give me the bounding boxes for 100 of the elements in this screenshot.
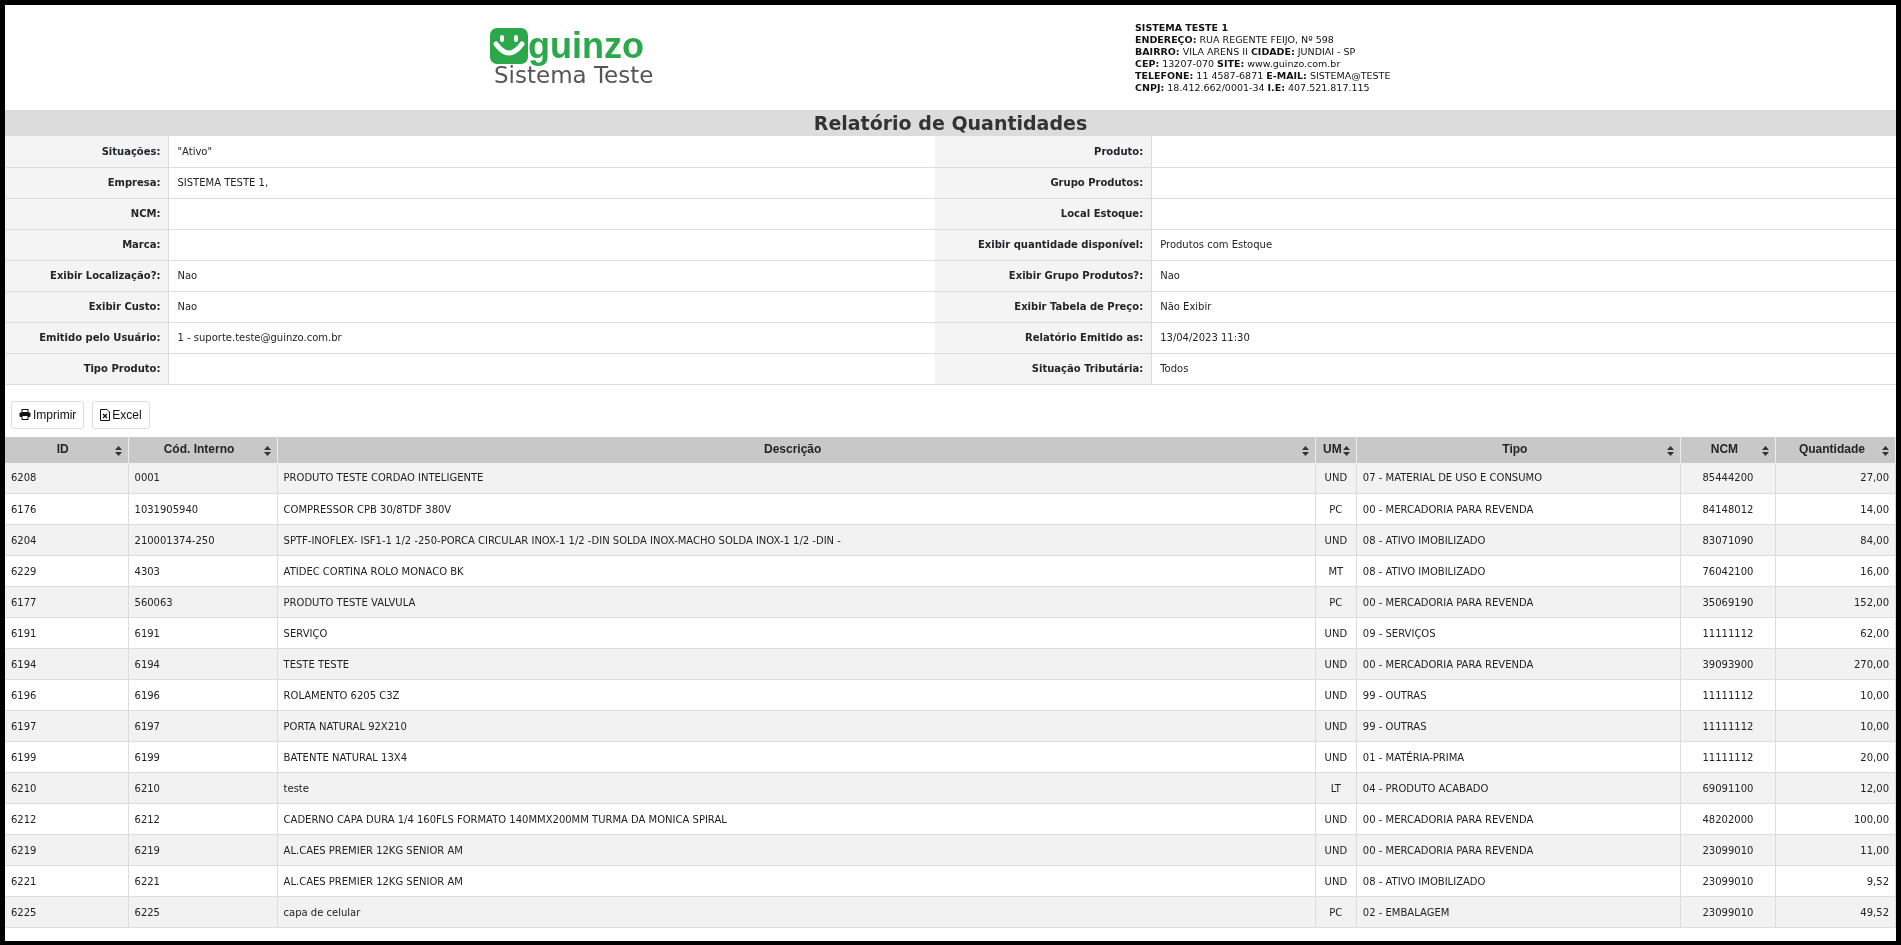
- sort-icon: [1882, 446, 1889, 457]
- filter-value: Nao: [168, 260, 936, 291]
- table-cell: 01 - MATÉRIA-PRIMA: [1356, 741, 1681, 773]
- sort-icon: [1301, 446, 1309, 457]
- excel-button[interactable]: Excel: [92, 400, 150, 429]
- filter-label: Emitido pelo Usuário:: [5, 322, 169, 353]
- table-cell: 62,00: [1775, 617, 1896, 649]
- table-cell: 99 - OUTRAS: [1356, 710, 1681, 742]
- filter-value: 13/04/2023 11:30: [1151, 322, 1896, 353]
- table-cell: 6177: [5, 586, 129, 618]
- filter-label: Local Estoque:: [935, 198, 1152, 229]
- table-cell: 6176: [5, 493, 129, 525]
- table-cell: 6197: [5, 710, 129, 742]
- table-cell: 6194: [5, 648, 129, 680]
- column-header[interactable]: ID: [5, 436, 129, 463]
- table-cell: 23099010: [1680, 896, 1776, 928]
- logo-brand-text: guinzo: [528, 28, 644, 64]
- table-cell: 6219: [5, 834, 129, 866]
- filter-label: Situações:: [5, 136, 169, 167]
- table-cell: 23099010: [1680, 865, 1776, 897]
- filter-label: Situação Tributária:: [935, 353, 1152, 384]
- table-cell: PC: [1315, 493, 1357, 525]
- table-cell: 49,52: [1775, 896, 1896, 928]
- filter-label: Exibir quantidade disponível:: [935, 229, 1152, 260]
- table-cell: 6210: [5, 772, 129, 804]
- column-header[interactable]: Quantidade: [1775, 436, 1896, 463]
- filter-label: Tipo Produto:: [5, 353, 169, 384]
- table-cell: 9,52: [1775, 865, 1896, 897]
- spreadsheet-file-icon: [100, 408, 111, 421]
- filter-label: Exibir Custo:: [5, 291, 169, 322]
- company-info-line: TELEFONE: 11 4587-6871 E-MAIL: SISTEMA@TESTE: [1135, 69, 1391, 82]
- table-cell: TESTE TESTE: [277, 648, 1316, 680]
- table-cell: 00 - MERCADORIA PARA REVENDA: [1356, 648, 1681, 680]
- table-cell: 11111112: [1680, 741, 1776, 773]
- table-cell: 00 - MERCADORIA PARA REVENDA: [1356, 493, 1681, 525]
- table-cell: 08 - ATIVO IMOBILIZADO: [1356, 865, 1681, 897]
- table-cell: 6197: [128, 710, 278, 742]
- table-cell: 6208: [5, 462, 129, 494]
- table-cell: MT: [1315, 555, 1357, 587]
- table-cell: 6225: [5, 896, 129, 928]
- table-cell: 560063: [128, 586, 278, 618]
- table-cell: 0001: [128, 462, 278, 494]
- company-name: SISTEMA TESTE 1: [1135, 21, 1228, 34]
- table-cell: 6225: [128, 896, 278, 928]
- table-cell: 6194: [128, 648, 278, 680]
- table-cell: 11111112: [1680, 710, 1776, 742]
- print-button[interactable]: Imprimir: [11, 400, 85, 429]
- table-cell: UND: [1315, 865, 1357, 897]
- table-cell: 02 - EMBALAGEM: [1356, 896, 1681, 928]
- table-cell: PORTA NATURAL 92X210: [277, 710, 1316, 742]
- column-header[interactable]: Tipo: [1356, 436, 1681, 463]
- table-cell: 04 - PRODUTO ACABADO: [1356, 772, 1681, 804]
- table-cell: 12,00: [1775, 772, 1896, 804]
- table-cell: 6229: [5, 555, 129, 587]
- column-header[interactable]: Descrição: [277, 436, 1316, 463]
- table-cell: 20,00: [1775, 741, 1896, 773]
- column-header[interactable]: Cód. Interno: [128, 436, 278, 463]
- table-cell: 00 - MERCADORIA PARA REVENDA: [1356, 834, 1681, 866]
- filter-value: Produtos com Estoque: [1151, 229, 1896, 260]
- table-cell: 48202000: [1680, 803, 1776, 835]
- table-cell: 6204: [5, 524, 129, 556]
- sort-icon: [1666, 446, 1674, 457]
- column-header[interactable]: UM: [1315, 436, 1357, 463]
- table-cell: CADERNO CAPA DURA 1/4 160FLS FORMATO 140MMX200MM TURMA DA MONICA SPIRAL: [277, 803, 1316, 835]
- sort-icon: [1342, 446, 1350, 457]
- logo-subtitle-text: Sistema Teste: [494, 64, 654, 87]
- table-cell: UND: [1315, 803, 1357, 835]
- company-info-line: ENDEREÇO: RUA REGENTE FEIJO, Nº 598: [1135, 33, 1334, 46]
- column-header[interactable]: NCM: [1680, 436, 1776, 463]
- table-cell: 16,00: [1775, 555, 1896, 587]
- table-cell: 11111112: [1680, 617, 1776, 649]
- filter-value: Nao: [168, 291, 936, 322]
- table-cell: 08 - ATIVO IMOBILIZADO: [1356, 555, 1681, 587]
- table-cell: UND: [1315, 617, 1357, 649]
- table-cell: UND: [1315, 741, 1357, 773]
- filter-label: Empresa:: [5, 167, 169, 198]
- filter-label: Produto:: [935, 136, 1152, 167]
- table-cell: 6212: [5, 803, 129, 835]
- table-cell: 08 - ATIVO IMOBILIZADO: [1356, 524, 1681, 556]
- filter-value: Nao: [1151, 260, 1896, 291]
- table-cell: 07 - MATERIAL DE USO E CONSUMO: [1356, 462, 1681, 494]
- table-cell: teste: [277, 772, 1316, 804]
- table-cell: 35069190: [1680, 586, 1776, 618]
- company-info-line: BAIRRO: VILA ARENS II CIDADE: JUNDIAI - SP: [1135, 45, 1356, 58]
- table-cell: 39093900: [1680, 648, 1776, 680]
- company-info-line: CEP: 13207-070 SITE: www.guinzo.com.br: [1135, 57, 1341, 70]
- table-cell: 99 - OUTRAS: [1356, 679, 1681, 711]
- table-cell: 270,00: [1775, 648, 1896, 680]
- filter-value: "Ativo": [168, 136, 936, 167]
- table-cell: BATENTE NATURAL 13X4: [277, 741, 1316, 773]
- filter-value: Todos: [1151, 353, 1896, 384]
- table-cell: ROLAMENTO 6205 C3Z: [277, 679, 1316, 711]
- table-cell: 6199: [128, 741, 278, 773]
- table-cell: 10,00: [1775, 679, 1896, 711]
- table-cell: 6191: [5, 617, 129, 649]
- table-cell: PRODUTO TESTE VALVULA: [277, 586, 1316, 618]
- table-cell: 09 - SERVIÇOS: [1356, 617, 1681, 649]
- table-cell: 10,00: [1775, 710, 1896, 742]
- report-title: Relatório de Quantidades: [5, 110, 1896, 136]
- table-cell: 84,00: [1775, 524, 1896, 556]
